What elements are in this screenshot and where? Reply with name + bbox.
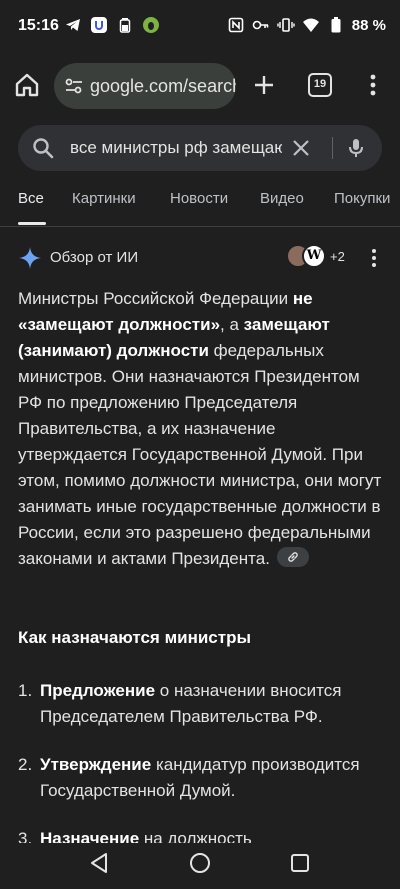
search-tabs: Все Картинки Новости Видео Покупки: [0, 188, 400, 226]
browser-menu-button[interactable]: [360, 72, 386, 98]
system-icons: 88 %: [227, 16, 386, 34]
list-bold: Утверждение: [40, 755, 152, 774]
nav-recents-button[interactable]: [289, 852, 311, 874]
wikipedia-icon: W: [302, 244, 326, 268]
browser-toolbar: google.com/search 19: [0, 52, 400, 118]
back-triangle-icon: [91, 853, 107, 873]
url-text: google.com/search: [90, 76, 236, 96]
system-nav-bar: [0, 843, 400, 889]
battery-icon: [327, 16, 345, 34]
list-number: 2.: [18, 755, 33, 774]
app-notification-icon: [90, 16, 108, 34]
clear-search-button[interactable]: [290, 137, 312, 159]
more-vert-icon: [370, 74, 376, 96]
nfc-icon: [227, 16, 245, 34]
nav-home-button[interactable]: [189, 852, 211, 874]
list-number: 1.: [18, 681, 33, 700]
section-heading: Как назначаются министры: [18, 628, 251, 647]
link-icon: [287, 552, 298, 562]
address-bar[interactable]: google.com/search: [54, 63, 236, 109]
vibrate-icon: [277, 16, 295, 34]
para-text: , а: [220, 315, 244, 334]
search-input[interactable]: все министры рф замещают должности: [70, 138, 282, 158]
tab-shopping[interactable]: Покупки: [334, 190, 390, 207]
plus-icon: [255, 76, 273, 94]
battery-percent: 88 %: [351, 16, 386, 34]
source-link-chip[interactable]: [276, 547, 309, 567]
notification-icons: [64, 16, 160, 34]
telegram-icon: [64, 16, 82, 34]
tab-images[interactable]: Картинки: [72, 190, 136, 207]
list-bold: Назначение: [40, 829, 140, 843]
recents-square-icon: [291, 854, 309, 872]
avocado-app-icon: [142, 16, 160, 34]
home-circle-icon: [190, 853, 210, 873]
home-icon: [15, 73, 39, 97]
ai-overview-title: Обзор от ИИ: [50, 249, 139, 266]
wifi-icon: [302, 16, 320, 34]
para-text: федеральных министров. Они назначаются П…: [18, 341, 382, 568]
para-text: Министры Российской Федерации: [18, 289, 293, 308]
new-tab-button[interactable]: [249, 70, 279, 100]
status-time: 15:16: [18, 17, 59, 34]
status-bar: 15:16 88 %: [0, 0, 400, 52]
tab-news[interactable]: Новости: [170, 190, 228, 207]
gemini-sparkle-icon: [18, 246, 42, 270]
list-bold: Предложение: [40, 681, 156, 700]
list-text: на должность: [139, 829, 252, 843]
key-icon: [252, 16, 270, 34]
search-results-page: все министры рф замещают должности Все К…: [0, 118, 400, 843]
tab-switcher-button[interactable]: 19: [308, 73, 332, 97]
tabs-divider: [0, 226, 400, 227]
tab-all[interactable]: Все: [18, 190, 44, 207]
voice-search-button[interactable]: [344, 136, 368, 160]
home-button[interactable]: [12, 70, 42, 100]
more-vert-icon: [372, 249, 376, 267]
nav-back-button[interactable]: [88, 851, 110, 875]
list-item: 1. Предложение о назначении вносится Пред…: [18, 678, 384, 730]
site-settings-icon[interactable]: [64, 76, 84, 96]
steps-list: 1. Предложение о назначении вносится Пред…: [18, 678, 384, 843]
search-icon[interactable]: [32, 137, 54, 159]
battery-saver-icon: [116, 16, 134, 34]
ai-overview-paragraph: Министры Российской Федерации не «замеща…: [18, 286, 384, 572]
tab-videos[interactable]: Видео: [260, 190, 304, 207]
list-item: 2. Утверждение кандидатур производится Го…: [18, 752, 384, 804]
ai-overview-header: Обзор от ИИ W +2: [18, 244, 382, 274]
source-count[interactable]: +2: [330, 249, 345, 264]
search-divider: [332, 137, 333, 159]
mic-icon: [349, 139, 363, 157]
search-box[interactable]: все министры рф замещают должности: [18, 125, 382, 171]
ai-overview-menu-button[interactable]: [364, 246, 384, 270]
active-tab-indicator: [18, 222, 46, 225]
list-number: 3.: [18, 829, 33, 843]
list-item: 3. Назначение на должность: [18, 826, 384, 843]
close-icon: [293, 140, 309, 156]
